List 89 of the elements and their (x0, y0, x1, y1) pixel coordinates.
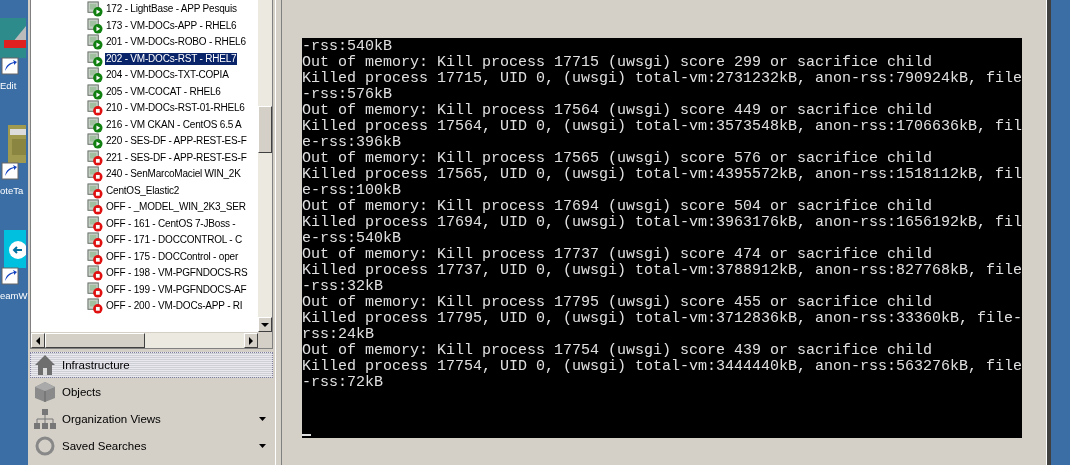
console-line: Out of memory: Kill process 17565 (uwsgi) score 576 or sacrifice child (302, 151, 934, 167)
vm-running-icon (87, 67, 103, 84)
desktop-icon-label[interactable]: oteTa (0, 185, 24, 197)
vm-stopped-icon (87, 248, 103, 265)
search-icon (34, 435, 56, 457)
console-line: e-rss:540kB (302, 231, 403, 247)
vm-tree-item[interactable]: 205 - VM-COCAT - RHEL6 (105, 85, 222, 98)
console-line: -rss:32kB (302, 279, 384, 295)
right-arrow-icon (248, 336, 254, 345)
scrollbar-corner (258, 333, 272, 348)
scroll-right-button[interactable] (244, 333, 258, 348)
splitter[interactable] (275, 0, 282, 465)
console-line: Out of memory: Kill process 17564 (uwsgi) score 449 or sacrifice child (302, 103, 934, 119)
vm-stopped-icon (87, 232, 103, 249)
vm-stopped-icon (87, 298, 103, 315)
console-line: Killed process 17795, UID 0, (uwsgi) total-vm:3712836kB, anon-rss:33360kB, file- (302, 311, 1022, 327)
cube-icon (34, 381, 56, 403)
vm-running-icon (87, 133, 103, 150)
navigation-item[interactable]: Saved Searches (30, 433, 273, 459)
console-line: Killed process 17754, UID 0, (uwsgi) total-vm:3444440kB, anon-rss:563276kB, file (302, 359, 1022, 375)
console-line: Killed process 17564, UID 0, (uwsgi) total-vm:3573548kB, anon-rss:1706636kB, fil (302, 119, 1022, 135)
vm-running-icon (87, 116, 103, 133)
vm-tree-item[interactable]: 210 - VM-DOCs-RST-01-RHEL6 (105, 102, 246, 115)
down-arrow-icon (261, 321, 269, 328)
vm-stopped-icon (87, 215, 103, 232)
console-line: Out of memory: Kill process 17754 (uwsgi) score 439 or sacrifice child (302, 343, 934, 359)
vm-tree-item[interactable]: OFF - 161 - CentOS 7-JBoss - (105, 217, 237, 230)
console-line: -rss:72kB (302, 375, 384, 391)
vm-tree-item[interactable]: 221 - SES-DF - APP-REST-ES-F (105, 151, 248, 164)
vm-tree-item[interactable]: 220 - SES-DF - APP-REST-ES-F (105, 135, 248, 148)
vm-tree-item[interactable]: OFF - 175 - DOCControl - oper (105, 250, 239, 263)
vm-running-icon (87, 34, 103, 51)
remote-shortcut-icon[interactable] (0, 228, 26, 288)
org-chart-icon (34, 408, 56, 430)
vm-stopped-icon (87, 149, 103, 166)
navigation-item[interactable]: Objects (30, 379, 273, 405)
caret-icon[interactable] (259, 444, 266, 448)
console-line: Out of memory: Kill process 17737 (uwsgi) score 474 or sacrifice child (302, 247, 934, 263)
console-line: Out of memory: Kill process 17694 (uwsgi) score 504 or sacrifice child (302, 199, 934, 215)
vm-tree-item[interactable]: 202 - VM-DOCs-RST - RHEL7 (105, 52, 238, 65)
navigation-item[interactable]: Organization Views (30, 406, 273, 432)
console-line: e-rss:100kB (302, 183, 403, 199)
console-line: e-rss:396kB (302, 135, 403, 151)
vm-tree-item[interactable]: 216 - VM CKAN - CentOS 6.5 A (105, 118, 243, 131)
caret-icon[interactable] (259, 417, 266, 421)
vm-tree-item[interactable]: OFF - 200 - VM-DOCs-APP - RI (105, 300, 244, 313)
vm-tree-item[interactable]: OFF - 171 - DOCCONTROL - C (105, 234, 244, 247)
desktop-icon-label[interactable]: Edit (0, 80, 17, 92)
vm-tree-item[interactable]: 172 - LightBase - APP Pesquis (105, 3, 238, 16)
vm-tree-item[interactable]: OFF - 199 - VM-PGFNDOCS-AF (105, 283, 248, 296)
vm-stopped-icon (87, 281, 103, 298)
console-line: rss:24kB (302, 327, 375, 343)
notepad-shortcut-icon[interactable] (0, 123, 26, 183)
console-line: Killed process 17715, UID 0, (uwsgi) total-vm:2731232kB, anon-rss:790924kB, file (302, 71, 1022, 87)
vm-tree-item[interactable]: CentOS_Elastic2 (105, 184, 181, 197)
vm-tree-item[interactable]: 201 - VM-DOCs-ROBO - RHEL6 (105, 36, 247, 49)
vm-tree-item[interactable]: OFF - _MODEL_WIN_2K3_SER (105, 201, 247, 214)
house-icon (34, 354, 56, 376)
console-line: Killed process 17694, UID 0, (uwsgi) total-vm:3963176kB, anon-rss:1656192kB, fil (302, 215, 1022, 231)
console-line: -rss:540kB (302, 39, 393, 55)
left-arrow-icon (35, 336, 41, 345)
navigation-item[interactable]: Infrastructure (30, 352, 273, 378)
vm-stopped-icon (87, 265, 103, 282)
scroll-down-button[interactable] (258, 317, 272, 332)
console-line: -rss:576kB (302, 87, 393, 103)
desktop-icon-label[interactable]: eamW (0, 290, 28, 302)
vm-stopped-icon (87, 199, 103, 216)
vm-running-icon (87, 50, 103, 67)
vm-stopped-icon (87, 166, 103, 183)
scrollbar-thumb[interactable] (258, 106, 272, 153)
vm-tree-item[interactable]: 173 - VM-DOCs-APP - RHEL6 (105, 19, 238, 32)
scrollbar-thumb[interactable] (45, 333, 145, 348)
vm-stopped-icon (87, 182, 103, 199)
vm-stopped-icon (87, 100, 103, 117)
vm-tree-item[interactable]: OFF - 198 - VM-PGFNDOCS-RS (105, 267, 249, 280)
horizontal-scrollbar[interactable] (31, 332, 272, 348)
console-line: Killed process 17737, UID 0, (uwsgi) total-vm:3788912kB, anon-rss:827768kB, file (302, 263, 1022, 279)
text-cursor (302, 434, 311, 436)
vm-tree-item[interactable]: 240 - SenMarcoMaciel WIN_2K (105, 168, 242, 181)
vertical-scrollbar[interactable] (258, 0, 272, 332)
vm-running-icon (87, 83, 103, 100)
shortcut-icon[interactable] (0, 18, 26, 78)
console-screen[interactable] (302, 38, 1022, 438)
scroll-left-button[interactable] (31, 333, 45, 348)
vm-tree-item[interactable]: 204 - VM-DOCs-TXT-COPIA (105, 69, 230, 82)
vm-running-icon (87, 17, 103, 34)
console-line: Out of memory: Kill process 17795 (uwsgi) score 455 or sacrifice child (302, 295, 934, 311)
console-line: Killed process 17565, UID 0, (uwsgi) total-vm:4395572kB, anon-rss:1518112kB, fil (302, 167, 1022, 183)
console-line: Out of memory: Kill process 17715 (uwsgi) score 299 or sacrifice child (302, 55, 934, 71)
